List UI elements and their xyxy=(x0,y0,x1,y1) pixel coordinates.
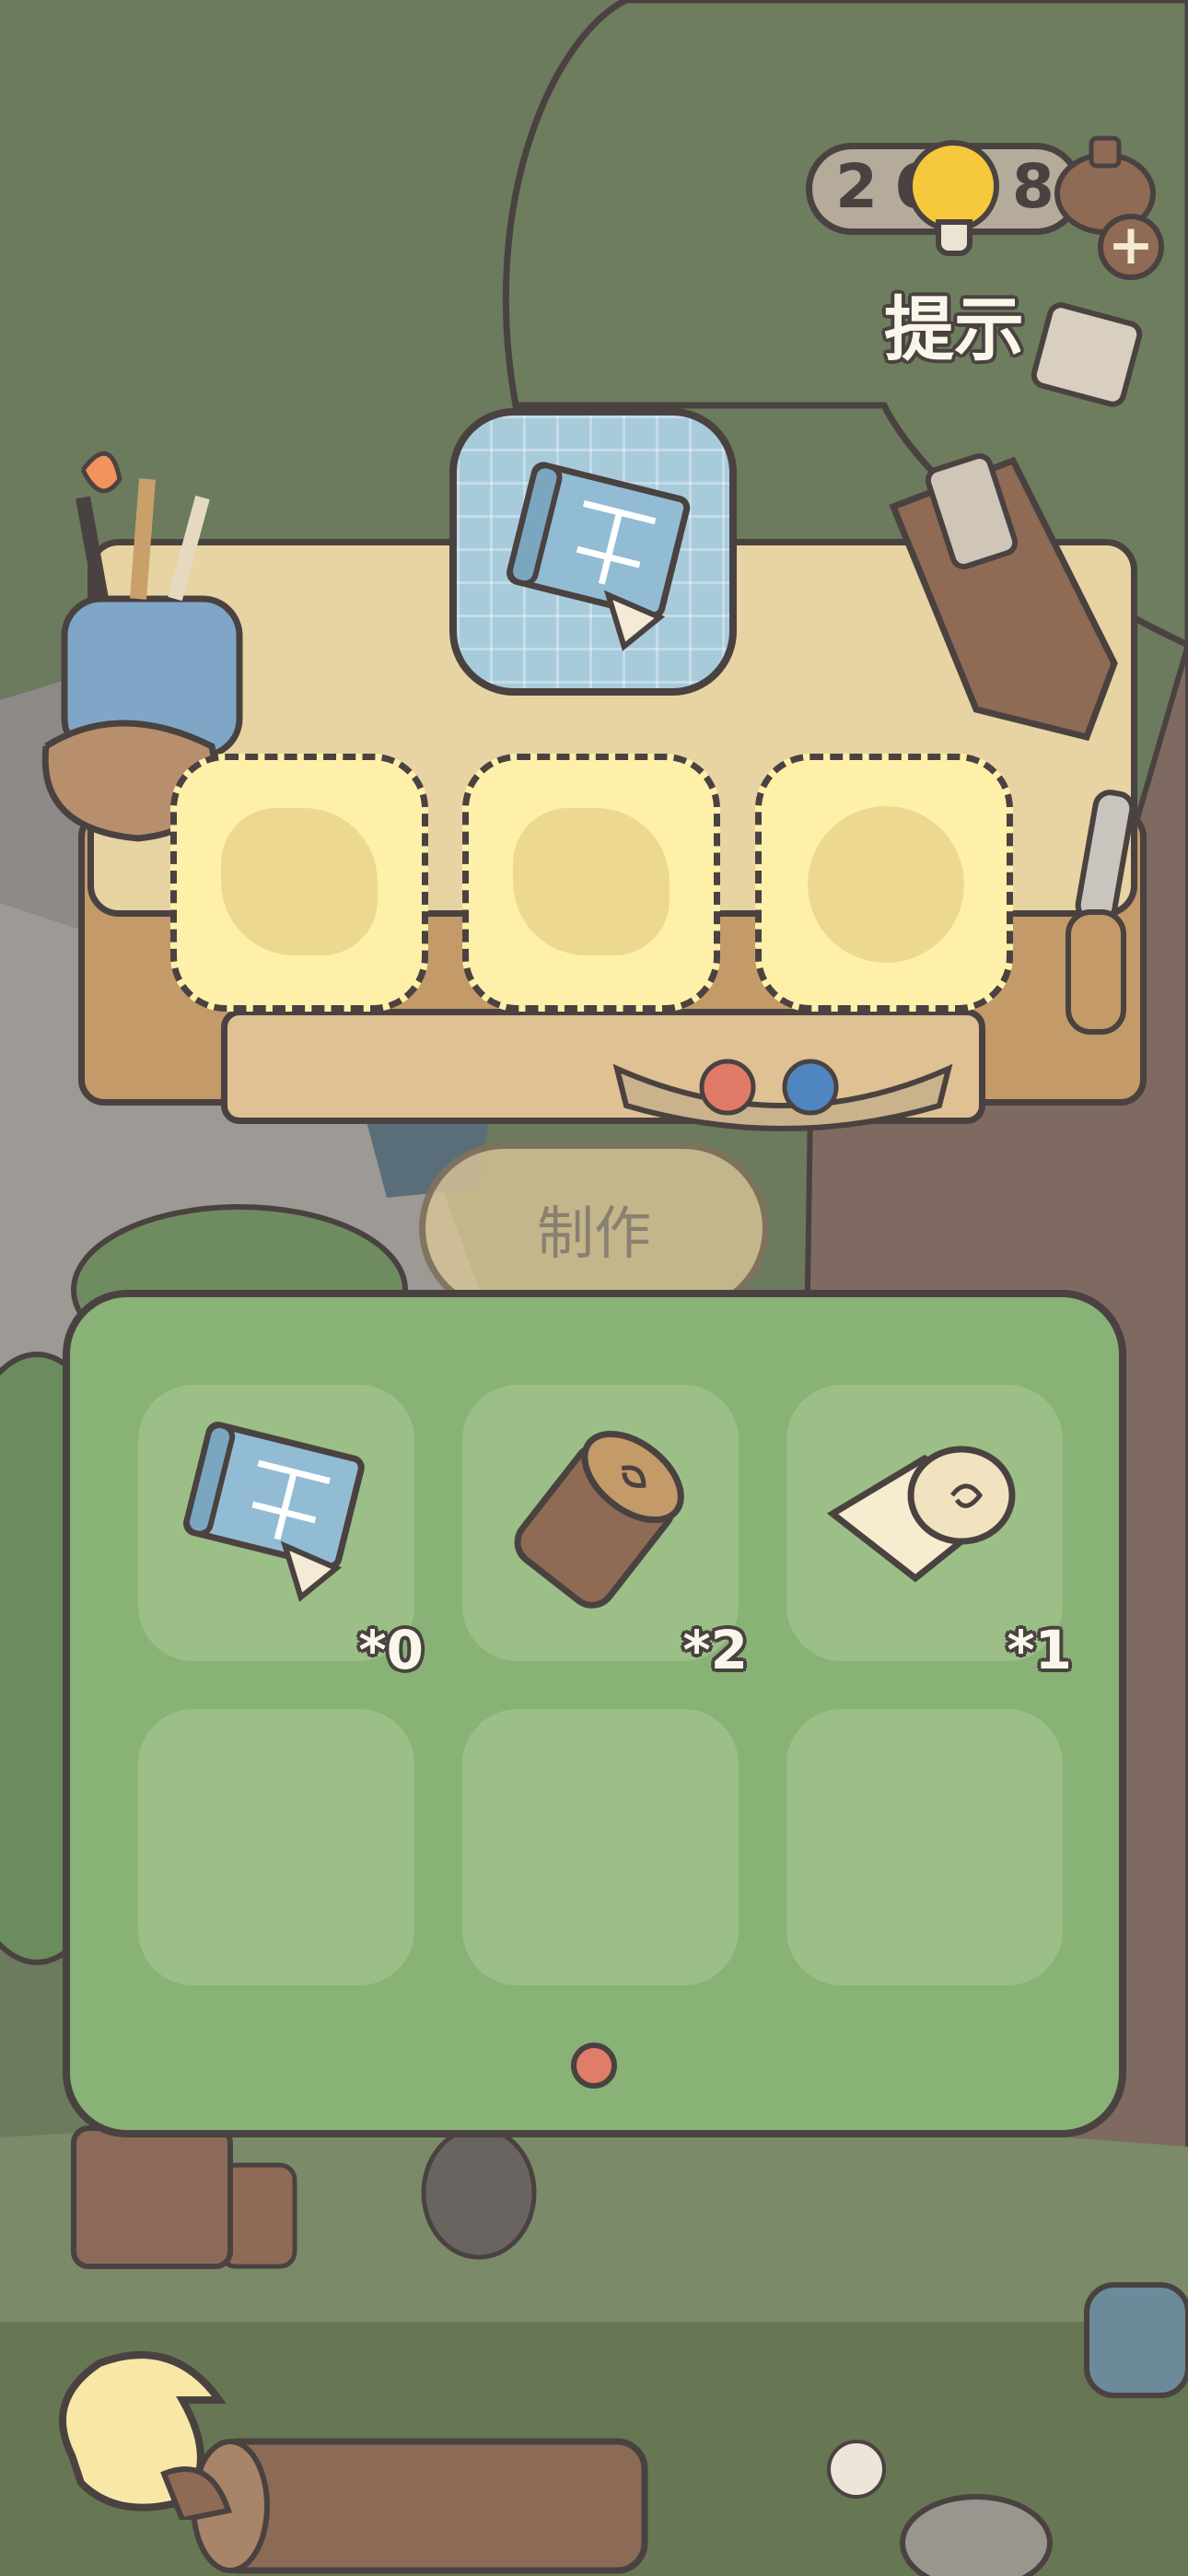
wood-plane-icon xyxy=(889,452,1118,742)
blueprint-icon xyxy=(183,1422,365,1602)
lightbulb-base-icon xyxy=(936,219,973,256)
item-quantity: *2 xyxy=(682,1619,748,1681)
lightbulb-icon xyxy=(907,140,999,232)
inventory-slot-paper[interactable]: *1 xyxy=(786,1385,1072,1681)
log-silhouette-icon xyxy=(513,808,670,955)
back-button[interactable] xyxy=(44,2345,247,2520)
inventory-slot-empty[interactable] xyxy=(462,1709,739,1985)
craft-button[interactable]: 制作 xyxy=(419,1142,769,1314)
ingredient-slot[interactable] xyxy=(170,754,428,1012)
roll-silhouette-icon xyxy=(808,806,964,963)
inventory-panel: *0 *2 *1 xyxy=(63,1290,1126,2137)
hint-button[interactable]: 提示 xyxy=(884,273,1024,374)
inventory-slot-blueprint[interactable]: *0 xyxy=(138,1385,424,1681)
note-card-icon xyxy=(1031,302,1143,407)
log-silhouette-icon xyxy=(221,808,378,955)
inventory-slot-empty[interactable] xyxy=(786,1709,1063,1985)
page-indicator-dot[interactable] xyxy=(571,2043,617,2089)
recipe-target xyxy=(449,408,737,696)
inventory-slot-wood[interactable]: *2 xyxy=(462,1385,748,1681)
paper-roll-icon xyxy=(826,1446,1016,1583)
ingredient-slot[interactable] xyxy=(755,754,1013,1012)
wood-log-icon xyxy=(514,1431,684,1609)
paint-tray-icon xyxy=(612,1059,953,1131)
ingredient-slot[interactable] xyxy=(462,754,720,1012)
add-hint-button[interactable]: + xyxy=(1098,214,1164,280)
inventory-slot-empty[interactable] xyxy=(138,1709,414,1985)
item-quantity: *1 xyxy=(1007,1619,1072,1681)
item-quantity: *0 xyxy=(358,1619,424,1681)
blueprint-icon xyxy=(507,462,691,651)
chisel-icon xyxy=(1066,790,1136,1035)
